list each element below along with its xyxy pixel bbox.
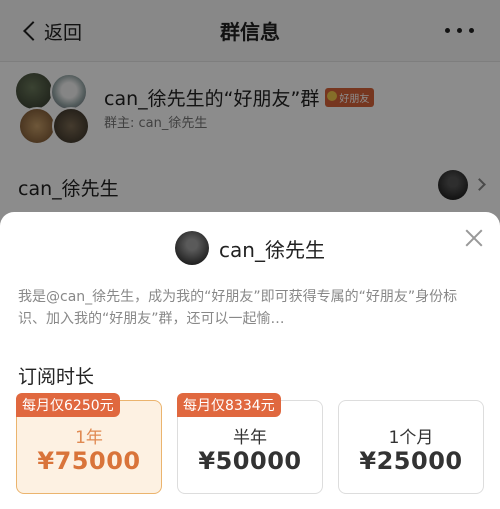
close-icon[interactable] (464, 228, 484, 248)
plan-price: ¥25000 (359, 447, 463, 475)
sheet-title: can_徐先生 (219, 237, 325, 262)
plan-option-1-month[interactable]: 1个月 ¥25000 (338, 400, 484, 494)
plan-tag: 每月仅8334元 (177, 393, 281, 417)
plan-tag: 每月仅6250元 (16, 393, 120, 417)
plan-options: 每月仅6250元 1年 ¥75000 每月仅8334元 半年 ¥50000 1个… (16, 393, 486, 494)
plan-name: 半年 (233, 428, 267, 448)
sheet-avatar (175, 231, 210, 265)
plan-price: ¥50000 (198, 447, 302, 475)
sheet-description: 我是@can_徐先生，成为我的“好朋友”即可获得专属的“好朋友”身份标识、加入我… (18, 289, 458, 327)
plan-name: 1年 (75, 428, 103, 448)
sheet-header: can_徐先生 (0, 228, 500, 268)
subscription-sheet: can_徐先生 我是@can_徐先生，成为我的“好朋友”即可获得专属的“好朋友”… (0, 212, 500, 509)
section-title: 订阅时长 (18, 366, 95, 388)
plan-price: ¥75000 (37, 447, 141, 475)
plan-option-1-year[interactable]: 每月仅6250元 1年 ¥75000 (16, 393, 162, 494)
plan-option-half-year[interactable]: 每月仅8334元 半年 ¥50000 (177, 393, 323, 494)
plan-name: 1个月 (388, 428, 434, 448)
